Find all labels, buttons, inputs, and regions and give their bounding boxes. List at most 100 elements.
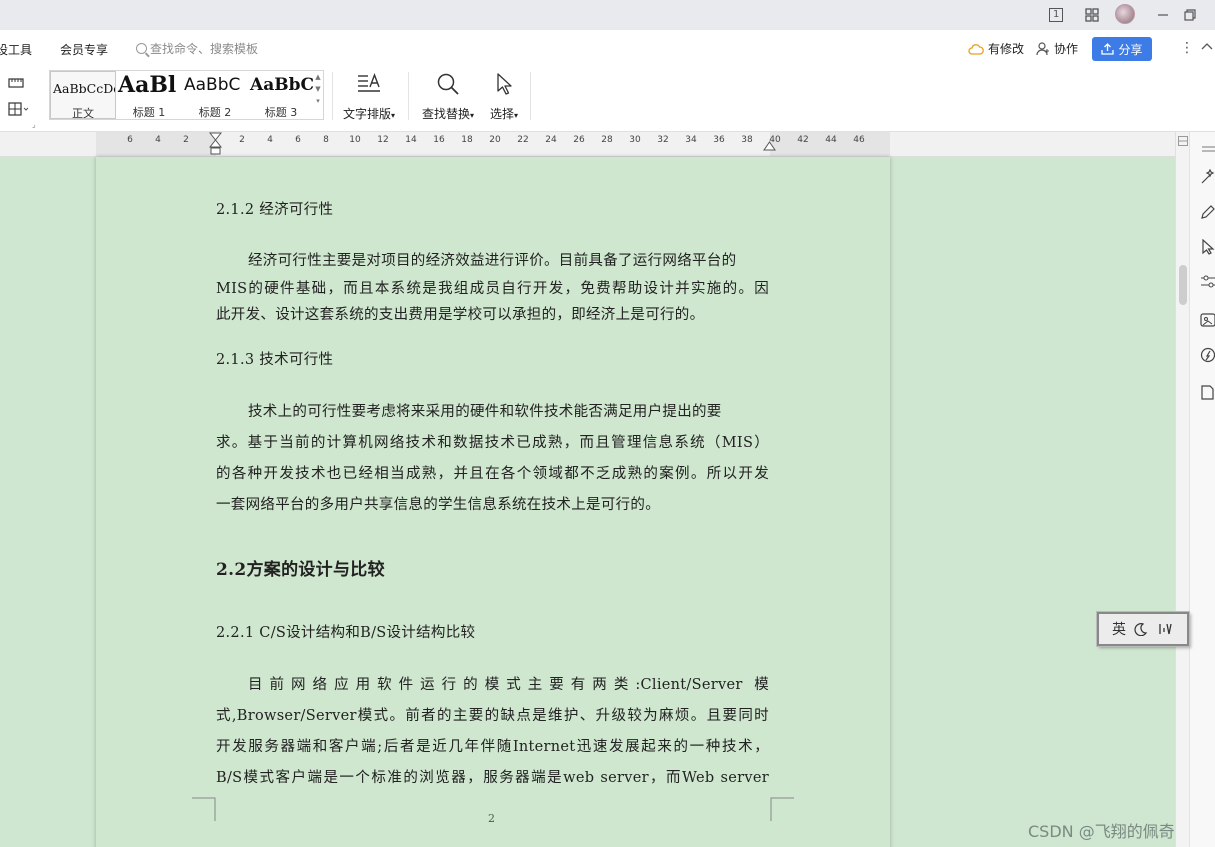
horizontal-ruler[interactable]: 6 4 2 2 4 6 8 10 12 14 16 18 20 22 24 26 28 30 32 34 36 38 40 4… [0, 132, 1175, 157]
document-line[interactable]: 目前网络应用软件运行的模式主要有两类:Client/Server 模 [248, 673, 769, 694]
collab-button[interactable]: 协作 [1036, 40, 1078, 57]
document-line[interactable]: 2.2.1 C/S设计结构和B/S设计结构比较 [216, 621, 475, 642]
restore-icon[interactable] [1184, 6, 1196, 24]
pen-edit-icon[interactable] [1200, 204, 1215, 220]
user-avatar[interactable] [1115, 4, 1135, 24]
cursor-arrow-icon [497, 73, 512, 95]
ruler-tick-label: 38 [741, 135, 753, 145]
document-line[interactable]: 的各种开发技术也已经相当成熟，并且在各个领域都不乏成熟的案例。所以开发 [216, 462, 769, 483]
ribbon-separator [530, 72, 531, 120]
document-line[interactable]: 2.1.2 经济可行性 [216, 198, 333, 219]
share-button[interactable]: 分享 [1092, 37, 1152, 61]
ruler-tick-label: 34 [685, 135, 697, 145]
style-heading-1[interactable]: AaBl 标题 1 [116, 71, 182, 119]
document-line[interactable]: 开发服务器端和客户端;后者是近几年伴随Internet迅速发展起来的一种技术， [216, 735, 769, 756]
ruler-tick-label: 10 [349, 135, 361, 145]
menu-item-tools[interactable]: 设工具 [0, 41, 32, 58]
scrollbar-thumb[interactable] [1179, 265, 1187, 305]
document-line[interactable]: 求。基于当前的计算机网络技术和数据技术已成熟，而且管理信息系统（MIS） [216, 431, 769, 452]
minimize-icon[interactable] [1157, 6, 1169, 24]
sliders-icon[interactable] [1200, 274, 1215, 290]
right-indent-marker-icon[interactable] [763, 138, 776, 152]
find-replace-button[interactable]: 查找替换▾ [418, 72, 478, 122]
modified-button[interactable]: 有修改 [968, 40, 1024, 57]
ribbon-separator [408, 72, 409, 120]
moon-icon[interactable] [1134, 622, 1148, 636]
ribbon-separator [332, 72, 333, 120]
ruler-tick-label: 6 [127, 135, 133, 145]
ruler-tick-label: 14 [405, 135, 417, 145]
ime-toolbar[interactable]: 英 [1097, 612, 1189, 646]
page-view-button[interactable]: 1 [1049, 6, 1064, 24]
find-replace-label: 查找替换 [421, 107, 470, 121]
ruler-tick-label: 2 [239, 135, 245, 145]
document-line[interactable]: 2.1.3 技术可行性 [216, 348, 333, 369]
ruler-tick-label: 32 [657, 135, 669, 145]
book-icon[interactable] [1200, 384, 1215, 400]
image-gallery-icon[interactable] [1200, 312, 1215, 328]
ruler-tick-label: 6 [295, 135, 301, 145]
ruler-tick-label: 2 [183, 135, 189, 145]
ruler-tick-label: 16 [433, 135, 445, 145]
command-search-input[interactable]: 查找命令、搜索模板 [136, 40, 258, 57]
cloud-sync-icon [968, 43, 984, 55]
ruler-tick-label: 30 [629, 135, 641, 145]
wand-icon[interactable] [1200, 169, 1215, 185]
punctuation-icon[interactable] [1156, 622, 1174, 636]
table-insert-icon[interactable] [8, 101, 30, 120]
vertical-scrollbar[interactable] [1175, 132, 1189, 847]
document-line[interactable]: 一套网络平台的多用户共享信息的学生信息系统在技术上是可行的。 [216, 493, 660, 514]
search-icon [136, 43, 147, 54]
style-heading-3-sample: AaBbC [250, 75, 314, 95]
ruler-tick-label: 28 [601, 135, 613, 145]
select-label: 选择 [489, 107, 514, 121]
style-gallery: AaBbCcDd 正文 AaBl 标题 1 AaBbC 标题 2 AaBbC 标… [49, 70, 324, 120]
collab-user-icon [1036, 41, 1049, 55]
select-button[interactable]: 选择▾ [484, 72, 524, 122]
style-heading-3-name: 标题 3 [264, 106, 298, 119]
modified-label: 有修改 [988, 42, 1025, 56]
ruler-tick-label: 8 [323, 135, 329, 145]
cursor-select-icon[interactable] [1200, 239, 1215, 255]
share-label: 分享 [1118, 42, 1143, 57]
page-corner-mark [770, 797, 794, 821]
style-gallery-scroll[interactable]: ▲ ▼ ▾ [313, 71, 323, 119]
style-normal[interactable]: AaBbCcDd 正文 [50, 71, 116, 119]
text-layout-icon [358, 73, 380, 92]
ime-mode-label[interactable]: 英 [1112, 619, 1126, 639]
document-line[interactable]: 此开发、设计这套系统的支出费用是学校可以承担的，即经济上是可行的。 [216, 303, 704, 324]
menu-item-member[interactable]: 会员专享 [60, 41, 108, 58]
document-line[interactable]: 式,Browser/Server模式。前者的主要的缺点是维护、升级较为麻烦。且要… [216, 704, 769, 725]
csdn-watermark: CSDN @飞翔的佩奇 [1028, 822, 1175, 841]
find-replace-icon [437, 73, 459, 95]
ruler-tick-label: 26 [573, 135, 585, 145]
more-menu-icon[interactable]: ⋮ [1180, 40, 1194, 56]
ruler-tick-label: 46 [853, 135, 865, 145]
page-indicator: 1 [1049, 8, 1064, 22]
style-normal-sample: AaBbCcDd [53, 81, 116, 96]
scroll-split-icon[interactable] [1178, 136, 1188, 146]
document-line[interactable]: B/S模式客户端是一个标准的浏览器，服务器端是web server，而Web s… [216, 766, 769, 787]
ruler-tick-label: 4 [155, 135, 161, 145]
indent-marker-icon[interactable] [209, 132, 222, 156]
style-normal-name: 正文 [72, 107, 94, 119]
ruler-toggle-icon[interactable] [8, 74, 24, 93]
text-layout-button[interactable]: 文字排版▾ [340, 72, 398, 122]
ruler-tick-label: 22 [517, 135, 529, 145]
ruler-tick-label: 12 [377, 135, 389, 145]
ruler-tick-label: 24 [545, 135, 557, 145]
style-heading-3[interactable]: AaBbC 标题 3 [248, 71, 314, 119]
dialog-launcher-icon[interactable]: ⌟ [32, 120, 36, 129]
document-line[interactable]: 经济可行性主要是对项目的经济效益进行评价。目前具备了运行网络平台的 [248, 249, 736, 270]
compass-icon[interactable] [1200, 347, 1215, 363]
menu-bar: 设工具 会员专享 查找命令、搜索模板 有修改 协作 分享 ⋮ [0, 30, 1215, 68]
style-heading-1-sample: AaBl [118, 72, 177, 98]
document-line[interactable]: MIS的硬件基础，而且本系统是我组成员自行开发，免费帮助设计并实施的。因 [216, 277, 769, 298]
ruler-tick-label: 20 [489, 135, 501, 145]
apps-grid-icon[interactable] [1085, 6, 1099, 24]
collapse-ribbon-icon[interactable] [1201, 42, 1213, 50]
panel-menu-icon[interactable] [1200, 142, 1215, 158]
style-heading-2[interactable]: AaBbC 标题 2 [182, 71, 248, 119]
document-line[interactable]: 技术上的可行性要考虑将来采用的硬件和软件技术能否满足用户提出的要 [248, 400, 722, 421]
document-line[interactable]: 2.2方案的设计与比较 [216, 555, 385, 580]
